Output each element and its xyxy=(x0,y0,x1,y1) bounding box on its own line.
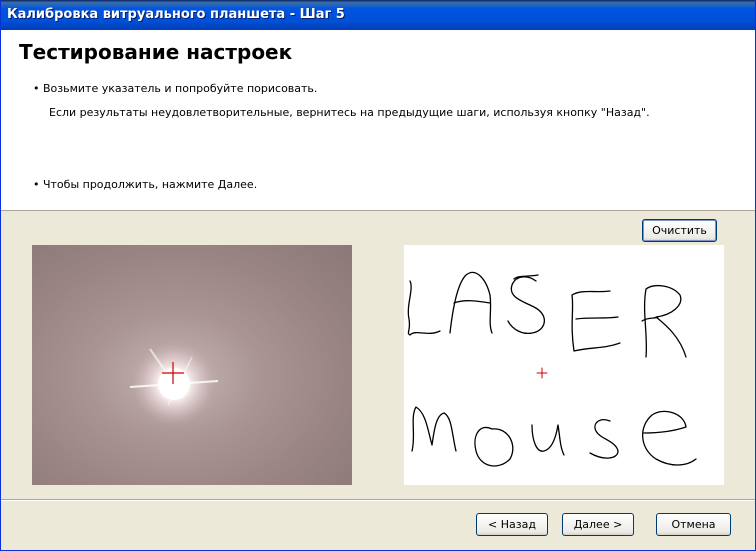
page-title: Тестирование настроек xyxy=(19,40,293,64)
camera-preview xyxy=(32,245,352,485)
footer-separator xyxy=(1,499,755,501)
stroke-letter-m xyxy=(411,406,457,452)
window-title: Калибровка витруального планшета - Шаг 5 xyxy=(7,7,345,22)
clear-button[interactable]: Очистить xyxy=(642,219,717,242)
stroke-letter-A xyxy=(449,271,493,334)
drawing-canvas[interactable] xyxy=(404,245,724,485)
instruction-draw: • Возьмите указатель и попробуйте порисо… xyxy=(33,82,318,95)
stroke-letter-L xyxy=(407,280,441,336)
stroke-letter-e xyxy=(642,410,697,466)
header-panel: Тестирование настроек • Возьмите указате… xyxy=(1,30,755,211)
stroke-letter-R xyxy=(641,284,687,358)
stroke-letter-u xyxy=(531,424,565,456)
stroke-letter-s xyxy=(589,419,619,459)
instruction-continue: • Чтобы продолжить, нажмите Далее. xyxy=(33,178,258,191)
cancel-button[interactable]: Отмена xyxy=(656,513,731,536)
stroke-letter-E xyxy=(571,290,621,352)
title-bar[interactable]: Калибровка витруального планшета - Шаг 5 xyxy=(1,0,755,30)
stroke-letter-S xyxy=(507,274,545,335)
instruction-back: Если результаты неудовлетворительные, ве… xyxy=(49,106,650,119)
back-button[interactable]: < Назад xyxy=(476,513,548,536)
wizard-window: Калибровка витруального планшета - Шаг 5… xyxy=(0,0,756,551)
laser-spot-icon xyxy=(129,342,219,426)
next-button[interactable]: Далее > xyxy=(562,513,634,536)
stroke-letter-o xyxy=(474,426,514,467)
